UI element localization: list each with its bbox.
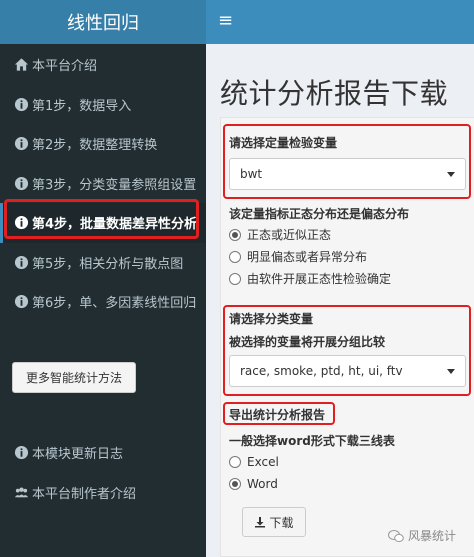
app-logo: 线性回归	[0, 0, 206, 44]
outcome-label: 请选择定量检验变量	[229, 136, 338, 150]
page-title: 统计分析报告下载	[220, 77, 449, 110]
more-methods-button[interactable]: 更多智能统计方法	[12, 362, 136, 393]
sidebar-item-label: 本平台制作者介绍	[32, 486, 137, 502]
watermark-text: 风暴统计	[408, 529, 457, 543]
sidebar-item-label: 第6步，单、多因素线性回归	[32, 296, 197, 312]
sidebar-item-label: 第2步，数据整理转换	[32, 138, 158, 154]
download-icon	[255, 517, 266, 528]
radio-button[interactable]	[229, 478, 241, 490]
sidebar-bottom-menu: 本模块更新日志 本平台制作者介绍	[0, 433, 206, 512]
sidebar-item-step5[interactable]: 第5步，相关分析与散点图	[0, 243, 206, 283]
sidebar-item-intro[interactable]: 本平台介绍	[0, 45, 206, 85]
download-button[interactable]: 下载	[242, 507, 306, 537]
radio-label: 正态或近似正态	[247, 228, 332, 242]
users-icon	[13, 484, 29, 500]
sidebar-item-step2[interactable]: 第2步，数据整理转换	[0, 124, 206, 164]
sidebar-item-label: 第5步，相关分析与散点图	[32, 256, 184, 272]
export-label: 导出统计分析报告	[229, 408, 326, 422]
info-icon	[13, 254, 29, 270]
caret-down-icon	[447, 172, 455, 177]
distribution-option-skewed[interactable]: 明显偏态或者异常分布	[229, 248, 367, 265]
info-icon	[13, 215, 29, 231]
group-select[interactable]: race, smoke, ptd, ht, ui, ftv	[229, 355, 466, 387]
sidebar-item-label: 本平台介绍	[32, 59, 98, 75]
sidebar-item-label: 本模块更新日志	[32, 447, 124, 463]
radio-label: Word	[247, 477, 278, 491]
radio-button[interactable]	[229, 228, 241, 241]
sidebar-item-step4[interactable]: 第4步，批量数据差异性分析	[0, 203, 206, 243]
info-icon	[13, 175, 29, 191]
radio-button[interactable]	[229, 250, 241, 263]
export-option-excel[interactable]: Excel	[229, 455, 279, 469]
outcome-select[interactable]: bwt	[229, 158, 466, 190]
radio-button[interactable]	[229, 272, 241, 285]
outcome-select-value: bwt	[240, 167, 263, 181]
radio-button[interactable]	[229, 456, 241, 468]
hamburger-icon[interactable]: ≡	[218, 10, 233, 32]
radio-label: 明显偏态或者异常分布	[247, 250, 368, 264]
wechat-icon	[388, 529, 404, 542]
sidebar: 线性回归 本平台介绍 第1步，数据导入 第2步，数据整理转换 第3步，分类变量参…	[0, 0, 206, 557]
sidebar-item-authors[interactable]: 本平台制作者介绍	[0, 473, 206, 513]
top-header: ≡	[206, 0, 474, 44]
info-icon	[13, 294, 29, 310]
radio-label: 由软件开展正态性检验确定	[247, 272, 392, 286]
sidebar-item-label: 第4步，批量数据差异性分析	[32, 217, 198, 233]
group-select-value: race, smoke, ptd, ht, ui, ftv	[240, 364, 403, 378]
radio-label: Excel	[247, 455, 279, 469]
distribution-option-auto[interactable]: 由软件开展正态性检验确定	[229, 270, 391, 287]
distribution-option-normal[interactable]: 正态或近似正态	[229, 226, 331, 243]
info-icon	[13, 136, 29, 152]
caret-down-icon	[447, 369, 455, 374]
sidebar-item-step1[interactable]: 第1步，数据导入	[0, 85, 206, 125]
info-icon	[13, 96, 29, 112]
sidebar-item-changelog[interactable]: 本模块更新日志	[0, 433, 206, 473]
sidebar-item-label: 第3步，分类变量参照组设置	[32, 177, 197, 193]
group-label: 请选择分类变量	[229, 312, 314, 326]
export-sublabel: 一般选择word形式下载三线表	[229, 434, 395, 448]
sidebar-item-step6[interactable]: 第6步，单、多因素线性回归	[0, 282, 206, 322]
download-label: 下载	[269, 515, 294, 530]
sidebar-menu: 本平台介绍 第1步，数据导入 第2步，数据整理转换 第3步，分类变量参照组设置 …	[0, 45, 206, 322]
distribution-label: 该定量指标正态分布还是偏态分布	[229, 207, 410, 221]
home-icon	[13, 57, 29, 73]
sidebar-item-label: 第1步，数据导入	[32, 98, 132, 114]
sidebar-item-step3[interactable]: 第3步，分类变量参照组设置	[0, 164, 206, 204]
export-option-word[interactable]: Word	[229, 477, 278, 491]
watermark: 风暴统计	[388, 527, 456, 544]
group-sublabel: 被选择的变量将开展分组比较	[229, 335, 386, 349]
info-icon	[13, 445, 29, 461]
